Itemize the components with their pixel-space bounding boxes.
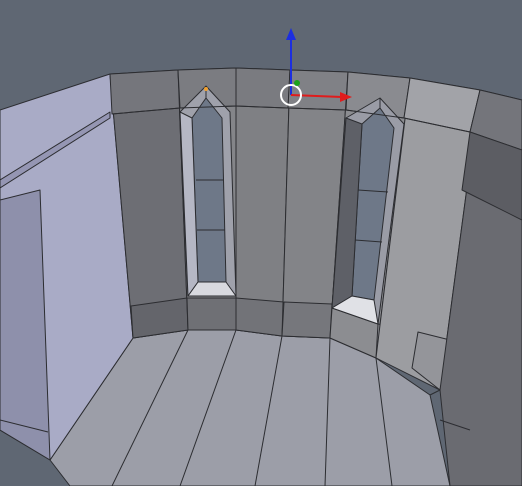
viewport-canvas[interactable] <box>0 0 522 486</box>
wall-segment-1-top[interactable] <box>109 69 181 115</box>
3d-viewport[interactable] <box>0 0 522 486</box>
left-window[interactable] <box>179 85 237 297</box>
wall-segment-3-top[interactable] <box>235 67 291 109</box>
origin-point <box>204 87 208 91</box>
wall-segment-4-base[interactable] <box>281 301 333 339</box>
wall-segment-2-base[interactable] <box>186 297 237 331</box>
wall-segment-3-base[interactable] <box>235 297 285 337</box>
